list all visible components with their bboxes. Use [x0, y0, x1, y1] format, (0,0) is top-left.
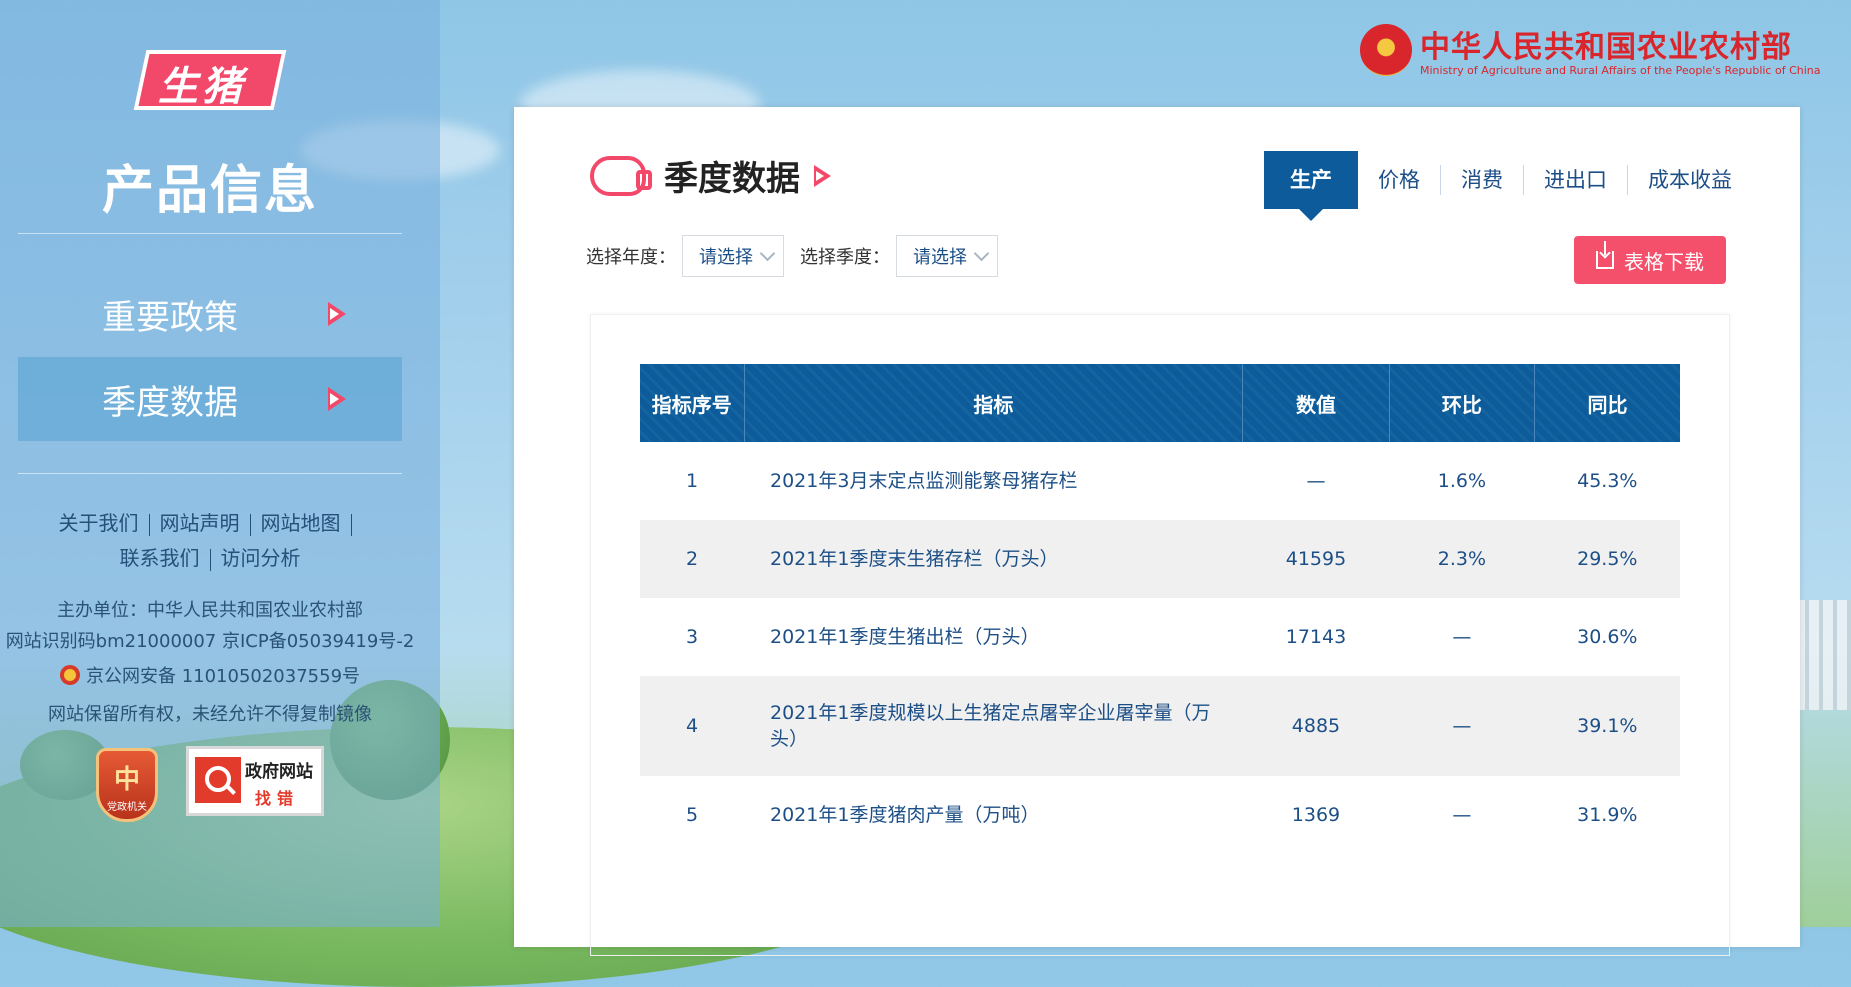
data-table: 指标序号 指标 数值 环比 同比 1 2021年3月末定点监测能繁母猪存栏 — … — [640, 364, 1680, 854]
panel-header: 季度数据 — [590, 151, 831, 200]
link-statement[interactable]: 网站声明 — [160, 511, 240, 535]
sidebar-item-label: 重要政策 — [102, 297, 238, 338]
divider — [18, 233, 402, 234]
sidebar-item-label: 季度数据 — [102, 382, 238, 423]
brand-logo[interactable]: 生猪 — [133, 50, 287, 110]
download-table-button[interactable]: 表格下载 — [1574, 236, 1726, 284]
table-row: 2 2021年1季度末生猪存栏（万头） 41595 2.3% 29.5% — [640, 520, 1680, 598]
cell-value: 4885 — [1242, 676, 1390, 776]
sidebar-item-quarterly-data[interactable]: 季度数据 — [18, 357, 402, 441]
cell-index: 4 — [640, 676, 744, 776]
tab-import-export[interactable]: 进出口 — [1524, 151, 1627, 209]
cell-value: 17143 — [1242, 598, 1390, 676]
cell-indicator: 2021年1季度生猪出栏（万头） — [744, 598, 1243, 676]
quarter-label: 选择季度： — [800, 247, 890, 268]
page-title: 季度数据 — [664, 159, 800, 199]
col-header-value[interactable]: 数值 — [1242, 364, 1390, 442]
chevron-down-icon — [973, 245, 990, 262]
national-emblem-icon — [1360, 23, 1412, 76]
police-text: 京公网安备 11010502037559号 — [85, 666, 361, 687]
table-row: 1 2021年3月末定点监测能繁母猪存栏 — 1.6% 45.3% — [640, 442, 1680, 520]
cell-indicator: 2021年1季度猪肉产量（万吨） — [744, 776, 1243, 854]
badge-line1: 政府网站 — [245, 762, 313, 782]
arrow-right-icon — [814, 164, 831, 187]
arrow-right-icon — [328, 302, 346, 326]
table-header-row: 指标序号 指标 数值 环比 同比 — [640, 364, 1680, 442]
icp-info: 网站识别码bm21000007 京ICP备05039419号-2 — [5, 631, 415, 652]
col-header-yoy[interactable]: 同比 — [1534, 364, 1680, 442]
cell-mom: — — [1389, 676, 1535, 776]
tab-price[interactable]: 价格 — [1358, 151, 1440, 209]
table-row: 4 2021年1季度规模以上生猪定点屠宰企业屠宰量（万头） 4885 — 39.… — [640, 676, 1680, 776]
year-label: 选择年度： — [586, 247, 676, 268]
pig-icon — [590, 155, 652, 196]
police-badge-icon — [59, 665, 80, 685]
tab-consumption[interactable]: 消费 — [1441, 151, 1523, 209]
col-header-index[interactable]: 指标序号 — [640, 364, 745, 442]
quarter-select[interactable]: 请选择 — [896, 235, 998, 277]
cell-value: 41595 — [1242, 520, 1390, 598]
cell-mom: — — [1389, 776, 1535, 854]
download-label: 表格下载 — [1624, 249, 1704, 274]
cell-yoy: 31.9% — [1534, 776, 1680, 854]
link-analytics[interactable]: 访问分析 — [221, 546, 301, 570]
ministry-name-en: Ministry of Agriculture and Rural Affair… — [1420, 64, 1821, 77]
cell-yoy: 45.3% — [1534, 442, 1680, 520]
table-row: 5 2021年1季度猪肉产量（万吨） 1369 — 31.9% — [640, 776, 1680, 854]
divider — [18, 473, 402, 474]
cell-indicator: 2021年3月末定点监测能繁母猪存栏 — [744, 442, 1243, 520]
cell-value: 1369 — [1242, 776, 1390, 854]
sidebar-title: 产品信息 — [101, 161, 318, 221]
host-info: 主办单位：中华人民共和国农业农村部 — [57, 600, 363, 621]
sidebar: 生猪 产品信息 重要政策 季度数据 关于我们 网站声明 网站地图 联系我们 访问分析 … — [0, 0, 440, 927]
cell-indicator: 2021年1季度规模以上生猪定点屠宰企业屠宰量（万头） — [744, 676, 1243, 776]
magnifier-icon — [195, 757, 241, 803]
tab-cost-revenue[interactable]: 成本收益 — [1628, 151, 1752, 209]
brand-text: 生猪 — [158, 64, 246, 110]
badge-symbol: 中 — [113, 765, 140, 795]
cell-index: 2 — [640, 520, 744, 598]
cell-yoy: 39.1% — [1534, 676, 1680, 776]
link-about[interactable]: 关于我们 — [59, 511, 139, 535]
tab-production[interactable]: 生产 — [1264, 151, 1358, 221]
download-icon — [1596, 241, 1614, 269]
cell-mom: — — [1389, 598, 1535, 676]
cell-index: 5 — [640, 776, 744, 854]
category-tabs: 生产 价格 消费 进出口 成本收益 — [1264, 151, 1752, 221]
ministry-logo[interactable]: 中华人民共和国农业农村部 Ministry of Agriculture and… — [1360, 22, 1821, 77]
chevron-down-icon — [759, 245, 776, 262]
party-agency-badge[interactable]: 中 党政机关 — [96, 748, 158, 822]
link-contact[interactable]: 联系我们 — [120, 546, 200, 570]
cell-yoy: 30.6% — [1534, 598, 1680, 676]
ministry-name-cn: 中华人民共和国农业农村部 — [1420, 30, 1792, 65]
cell-yoy: 29.5% — [1534, 520, 1680, 598]
badge-line2: 找错 — [255, 789, 300, 808]
badge-label: 党政机关 — [107, 802, 147, 813]
table-card: 指标序号 指标 数值 环比 同比 1 2021年3月末定点监测能繁母猪存栏 — … — [590, 314, 1730, 956]
arrow-right-icon — [328, 387, 346, 411]
cell-value: — — [1242, 442, 1390, 520]
link-sitemap[interactable]: 网站地图 — [261, 511, 341, 535]
cell-indicator: 2021年1季度末生猪存栏（万头） — [744, 520, 1243, 598]
filters: 选择年度： 请选择 选择季度： 请选择 — [586, 235, 1014, 277]
cell-index: 3 — [640, 598, 744, 676]
footer-links: 关于我们 网站声明 网站地图 联系我们 访问分析 — [0, 506, 420, 576]
cell-index: 1 — [640, 442, 744, 520]
copyright-info: 网站保留所有权，未经允许不得复制镜像 — [48, 704, 372, 725]
col-header-indicator[interactable]: 指标 — [744, 364, 1244, 442]
col-header-mom[interactable]: 环比 — [1389, 364, 1536, 442]
year-select-value: 请选择 — [699, 247, 753, 268]
gov-site-error-report-badge[interactable]: 政府网站 找错 — [186, 746, 324, 816]
police-info[interactable]: 京公网安备 11010502037559号 — [0, 661, 420, 692]
table-row: 3 2021年1季度生猪出栏（万头） 17143 — 30.6% — [640, 598, 1680, 676]
cell-mom: 2.3% — [1389, 520, 1535, 598]
cell-mom: 1.6% — [1389, 442, 1535, 520]
year-select[interactable]: 请选择 — [682, 235, 784, 277]
quarter-select-value: 请选择 — [913, 247, 967, 268]
sidebar-item-policy[interactable]: 重要政策 — [18, 272, 402, 356]
main-panel: 季度数据 生产 价格 消费 进出口 成本收益 选择年度： 请选择 选择季度： 请… — [514, 107, 1800, 956]
